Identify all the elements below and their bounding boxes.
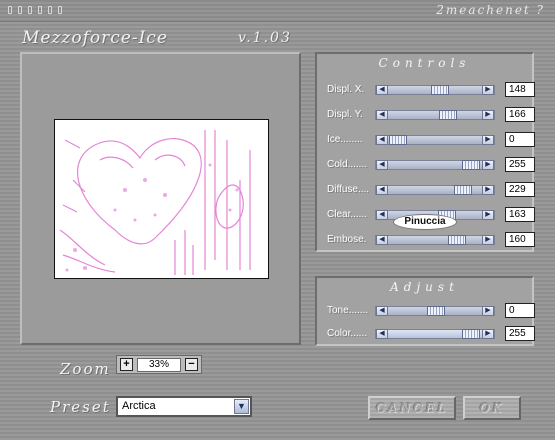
slider-row-diffuse: Diffuse.... ◀ ▶ 229: [327, 180, 537, 200]
slider-left-arrow-icon[interactable]: ◀: [376, 210, 388, 220]
brand-label[interactable]: 2meachenet ?: [436, 3, 545, 17]
slider-left-arrow-icon[interactable]: ◀: [376, 329, 388, 339]
slider-label: Diffuse....: [327, 184, 370, 195]
dot: [48, 6, 52, 14]
dot: [28, 6, 32, 14]
dot: [38, 6, 42, 14]
tone-slider[interactable]: ◀ ▶: [375, 306, 495, 316]
zoom-value: 33%: [137, 358, 181, 372]
embose-slider[interactable]: ◀ ▶: [375, 235, 495, 245]
preview-thumbnail: [59, 130, 251, 275]
slider-thumb[interactable]: [448, 235, 466, 245]
zoom-in-button[interactable]: +: [120, 358, 133, 371]
slider-row-tone: Tone....... ◀ ▶ 0: [327, 301, 537, 321]
slider-left-arrow-icon[interactable]: ◀: [376, 306, 388, 316]
slider-thumb[interactable]: [462, 160, 480, 170]
slider-row-displ-x: Displ. X. ◀ ▶ 148: [327, 80, 537, 100]
slider-label: Displ. Y.: [327, 109, 363, 120]
cold-value-input[interactable]: 255: [505, 157, 535, 172]
diffuse-value-input[interactable]: 229: [505, 182, 535, 197]
slider-right-arrow-icon[interactable]: ▶: [482, 110, 494, 120]
adjust-title: Adjust: [390, 280, 459, 294]
watermark-badge: Pinuccia: [393, 214, 457, 230]
slider-left-arrow-icon[interactable]: ◀: [376, 160, 388, 170]
zoom-label: Zoom: [60, 360, 111, 378]
displ-x-value-input[interactable]: 148: [505, 82, 535, 97]
slider-row-color: Color...... ◀ ▶ 255: [327, 324, 537, 344]
embose-value-input[interactable]: 160: [505, 232, 535, 247]
slider-right-arrow-icon[interactable]: ▶: [482, 306, 494, 316]
slider-label: Embose.: [327, 234, 367, 245]
tone-value-input[interactable]: 0: [505, 303, 535, 318]
slider-row-cold: Cold....... ◀ ▶ 255: [327, 155, 537, 175]
zoom-control: + 33% −: [116, 355, 202, 374]
slider-thumb[interactable]: [454, 185, 472, 195]
slider-label: Tone.......: [327, 305, 369, 316]
slider-label: Color......: [327, 328, 368, 339]
slider-thumb[interactable]: [389, 135, 407, 145]
slider-right-arrow-icon[interactable]: ▶: [482, 85, 494, 95]
diffuse-slider[interactable]: ◀ ▶: [375, 185, 495, 195]
slider-right-arrow-icon[interactable]: ▶: [482, 210, 494, 220]
slider-thumb[interactable]: [462, 329, 480, 339]
adjust-panel: Adjust Tone....... ◀ ▶ 0 Color...... ◀ ▶…: [315, 276, 537, 346]
ok-button[interactable]: OK: [463, 396, 521, 420]
slider-left-arrow-icon[interactable]: ◀: [376, 85, 388, 95]
preview-image[interactable]: [54, 119, 269, 279]
preview-panel: [20, 52, 301, 345]
clear-value-input[interactable]: 163: [505, 207, 535, 222]
slider-label: Cold.......: [327, 159, 368, 170]
slider-left-arrow-icon[interactable]: ◀: [376, 235, 388, 245]
slider-right-arrow-icon[interactable]: ▶: [482, 235, 494, 245]
title-dots: [8, 6, 62, 14]
slider-left-arrow-icon[interactable]: ◀: [376, 135, 388, 145]
slider-thumb[interactable]: [427, 306, 445, 316]
color-value-input[interactable]: 255: [505, 326, 535, 341]
preset-select[interactable]: Arctica ▼: [116, 396, 252, 417]
cold-slider[interactable]: ◀ ▶: [375, 160, 495, 170]
slider-right-arrow-icon[interactable]: ▶: [482, 185, 494, 195]
slider-right-arrow-icon[interactable]: ▶: [482, 329, 494, 339]
slider-label: Displ. X.: [327, 84, 365, 95]
slider-right-arrow-icon[interactable]: ▶: [482, 160, 494, 170]
slider-left-arrow-icon[interactable]: ◀: [376, 110, 388, 120]
chevron-down-icon[interactable]: ▼: [234, 399, 249, 414]
app-title: Mezzoforce-Ice: [22, 28, 168, 48]
slider-row-embose: Embose. ◀ ▶ 160: [327, 230, 537, 250]
ice-slider[interactable]: ◀ ▶: [375, 135, 495, 145]
displ-y-slider[interactable]: ◀ ▶: [375, 110, 495, 120]
title-bar: 2meachenet ?: [0, 0, 555, 22]
zoom-out-button[interactable]: −: [185, 358, 198, 371]
slider-label: Ice........: [327, 134, 363, 145]
slider-label: Clear......: [327, 209, 368, 220]
cancel-button[interactable]: CANCEL: [368, 396, 456, 420]
ice-value-input[interactable]: 0: [505, 132, 535, 147]
slider-row-displ-y: Displ. Y. ◀ ▶ 166: [327, 105, 537, 125]
color-slider[interactable]: ◀ ▶: [375, 329, 495, 339]
dot: [58, 6, 62, 14]
version-label: v.1.03: [238, 30, 292, 46]
dot: [8, 6, 12, 14]
slider-right-arrow-icon[interactable]: ▶: [482, 135, 494, 145]
preset-select-value: Arctica: [122, 400, 156, 412]
slider-left-arrow-icon[interactable]: ◀: [376, 185, 388, 195]
controls-title: Controls: [378, 56, 471, 70]
dot: [18, 6, 22, 14]
slider-thumb[interactable]: [439, 110, 457, 120]
displ-x-slider[interactable]: ◀ ▶: [375, 85, 495, 95]
displ-y-value-input[interactable]: 166: [505, 107, 535, 122]
slider-row-ice: Ice........ ◀ ▶ 0: [327, 130, 537, 150]
slider-thumb[interactable]: [431, 85, 449, 95]
preset-label: Preset: [50, 398, 111, 416]
